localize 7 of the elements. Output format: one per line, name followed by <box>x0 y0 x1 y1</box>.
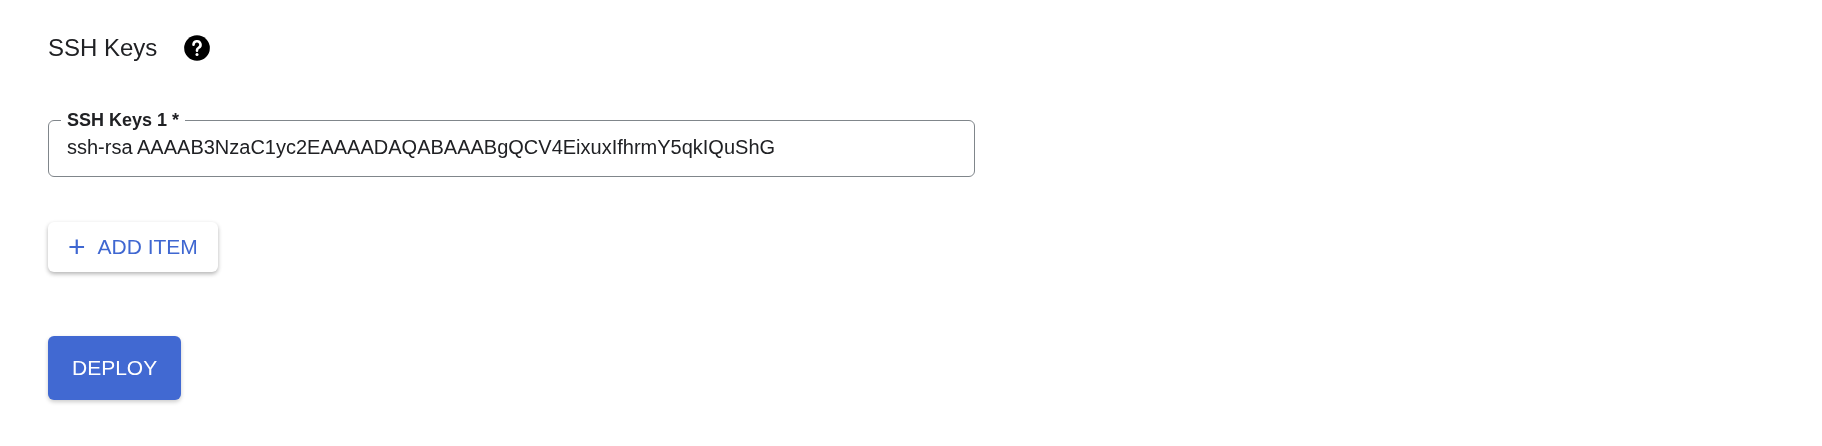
field-value: ssh-rsa AAAAB3NzaC1yc2EAAAADAQABAAABgQCV4EixuxIfhrmY5qkIQuShG <box>66 135 777 160</box>
field-label: SSH Keys 1 * <box>66 109 181 132</box>
help-icon[interactable] <box>183 34 212 62</box>
deploy-button[interactable]: DEPLOY <box>48 336 182 400</box>
add-item-button[interactable]: + ADD ITEM <box>48 222 218 272</box>
plus-icon: + <box>68 232 86 262</box>
section-title: SSH Keys <box>48 33 158 63</box>
